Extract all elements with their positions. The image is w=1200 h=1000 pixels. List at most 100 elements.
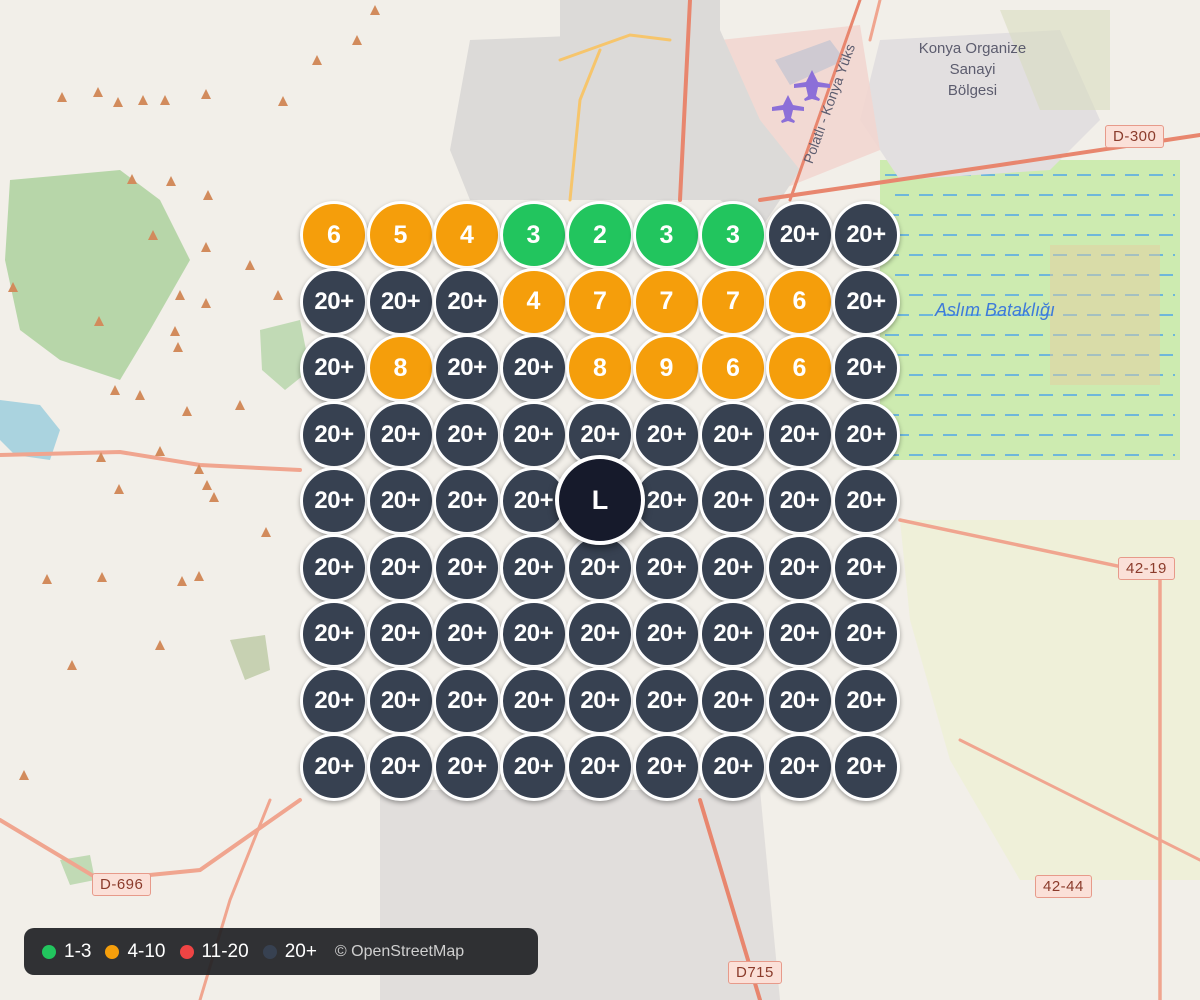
road-shield-42-19: 42-19 <box>1118 557 1175 580</box>
grid-cell-r3-c6[interactable]: 9 <box>632 334 701 402</box>
grid-cell-r7-c1[interactable]: 20+ <box>300 600 368 668</box>
industrial-zone-label-line1: Konya Organize <box>918 40 1027 57</box>
grid-cell-r2-c1[interactable]: 20+ <box>300 267 368 336</box>
grid-cell-r7-c5[interactable]: 20+ <box>566 600 634 668</box>
marsh-label: Aslım Bataklığı <box>935 300 1056 320</box>
grid-cell-r3-c2[interactable]: 8 <box>366 334 435 402</box>
grid-cell-r5-c9[interactable]: 20+ <box>832 467 900 535</box>
grid-cell-r4-c9[interactable]: 20+ <box>832 400 900 469</box>
grid-cell-r6-c4[interactable]: 20+ <box>499 533 568 602</box>
grid-cell-r1-c4[interactable]: 3 <box>499 201 568 269</box>
grid-cell-r2-c7[interactable]: 7 <box>699 267 767 336</box>
grid-cell-r4-c7[interactable]: 20+ <box>699 400 767 469</box>
grid-cell-r5-c2[interactable]: 20+ <box>366 467 435 535</box>
grid-cell-r7-c4[interactable]: 20+ <box>499 600 568 668</box>
grid-cell-r4-c1[interactable]: 20+ <box>300 400 368 469</box>
grid-cell-r4-c8[interactable]: 20+ <box>765 400 834 469</box>
grid-cell-r7-c7[interactable]: 20+ <box>699 600 767 668</box>
grid-cell-r7-c2[interactable]: 20+ <box>366 600 435 668</box>
grid-cell-r3-c4[interactable]: 20+ <box>499 334 568 402</box>
grid-cell-r1-c8[interactable]: 20+ <box>765 201 834 269</box>
grid-cell-r2-c6[interactable]: 7 <box>632 267 701 336</box>
grid-cell-r6-c1[interactable]: 20+ <box>300 533 368 602</box>
grid-cell-r7-c9[interactable]: 20+ <box>832 600 900 668</box>
road-shield-d696: D-696 <box>92 873 152 896</box>
grid-cell-r9-c7[interactable]: 20+ <box>699 733 767 801</box>
industrial-zone-label: Konya Organize Sanayi Bölgesi <box>895 38 1050 101</box>
legend-dot-dark <box>262 944 277 959</box>
grid-cell-r6-c7[interactable]: 20+ <box>699 533 767 602</box>
grid-cell-r8-c7[interactable]: 20+ <box>699 666 767 735</box>
grid-cell-r2-c8[interactable]: 6 <box>765 267 834 336</box>
grid-cell-r8-c6[interactable]: 20+ <box>632 666 701 735</box>
legend-label: 11-20 <box>201 940 249 962</box>
grid-cell-r6-c6[interactable]: 20+ <box>632 533 701 602</box>
grid-cell-r4-c6[interactable]: 20+ <box>632 400 701 469</box>
road-shield-d300: D-300 <box>1105 125 1165 148</box>
grid-cell-r8-c2[interactable]: 20+ <box>366 666 435 735</box>
legend-label: 4-10 <box>127 940 166 962</box>
grid-cell-r3-c7[interactable]: 6 <box>699 334 767 402</box>
grid-cell-r5-c7[interactable]: 20+ <box>699 467 767 535</box>
grid-cell-r3-c5[interactable]: 8 <box>566 334 634 402</box>
legend-item-4-10: 4-10 <box>105 940 166 963</box>
legend-item-20-plus: 20+ <box>262 940 317 963</box>
map-legend: 1-3 4-10 11-20 20+ © OpenStreetMap <box>24 928 538 975</box>
grid-cell-r8-c8[interactable]: 20+ <box>765 666 834 735</box>
grid-cell-r4-c2[interactable]: 20+ <box>366 400 435 469</box>
grid-cell-r8-c4[interactable]: 20+ <box>499 666 568 735</box>
grid-cell-r5-c8[interactable]: 20+ <box>765 467 834 535</box>
grid-cell-r1-c3[interactable]: 4 <box>433 201 501 269</box>
grid-cell-r9-c1[interactable]: 20+ <box>300 733 368 801</box>
road-shield-42-44: 42-44 <box>1035 875 1092 898</box>
grid-cell-r8-c1[interactable]: 20+ <box>300 666 368 735</box>
grid-cell-r3-c9[interactable]: 20+ <box>832 334 900 402</box>
industrial-zone-label-line3: Bölgesi <box>947 82 998 99</box>
grid-cell-r1-c6[interactable]: 3 <box>632 201 701 269</box>
grid-cell-r9-c5[interactable]: 20+ <box>566 733 634 801</box>
grid-cell-r2-c3[interactable]: 20+ <box>433 267 501 336</box>
grid-cell-r1-c7[interactable]: 3 <box>699 201 767 269</box>
industrial-zone-label-line2: Sanayi <box>949 61 996 78</box>
grid-cell-r9-c9[interactable]: 20+ <box>832 733 900 801</box>
grid-cell-r5-c1[interactable]: 20+ <box>300 467 368 535</box>
grid-cell-r9-c8[interactable]: 20+ <box>765 733 834 801</box>
grid-cell-r7-c6[interactable]: 20+ <box>632 600 701 668</box>
grid-cell-r3-c8[interactable]: 6 <box>765 334 834 402</box>
grid-cell-r9-c4[interactable]: 20+ <box>499 733 568 801</box>
grid-cell-r7-c8[interactable]: 20+ <box>765 600 834 668</box>
grid-cell-r3-c3[interactable]: 20+ <box>433 334 501 402</box>
grid-cell-r3-c1[interactable]: 20+ <box>300 334 368 402</box>
grid-cell-r6-c3[interactable]: 20+ <box>433 533 501 602</box>
legend-dot-red <box>179 944 194 959</box>
grid-cell-r2-c9[interactable]: 20+ <box>832 267 900 336</box>
grid-cell-r8-c3[interactable]: 20+ <box>433 666 501 735</box>
grid-cell-r9-c3[interactable]: 20+ <box>433 733 501 801</box>
legend-item-1-3: 1-3 <box>42 941 91 963</box>
grid-cell-r4-c4[interactable]: 20+ <box>499 400 568 469</box>
road-shield-d715: D715 <box>728 961 782 984</box>
legend-label: 20+ <box>284 940 317 962</box>
grid-cell-r6-c2[interactable]: 20+ <box>366 533 435 602</box>
legend-dot-orange <box>105 944 120 959</box>
map-attribution[interactable]: © OpenStreetMap <box>335 943 464 961</box>
grid-cell-r9-c6[interactable]: 20+ <box>632 733 701 801</box>
grid-cell-r1-c9[interactable]: 20+ <box>832 201 900 269</box>
grid-cell-r2-c5[interactable]: 7 <box>566 267 634 336</box>
legend-label: 1-3 <box>64 940 92 962</box>
grid-cell-r2-c4[interactable]: 4 <box>499 267 568 336</box>
grid-cell-r5-c3[interactable]: 20+ <box>433 467 501 535</box>
grid-cell-r2-c2[interactable]: 20+ <box>366 267 435 336</box>
grid-cell-r7-c3[interactable]: 20+ <box>433 600 501 668</box>
legend-dot-green <box>42 944 56 959</box>
grid-cell-r1-c1[interactable]: 6 <box>300 201 368 269</box>
grid-cell-r6-c8[interactable]: 20+ <box>765 533 834 602</box>
grid-cell-r9-c2[interactable]: 20+ <box>366 733 435 801</box>
grid-cell-r4-c3[interactable]: 20+ <box>433 400 501 469</box>
grid-cell-r8-c5[interactable]: 20+ <box>566 666 634 735</box>
grid-cell-r8-c9[interactable]: 20+ <box>832 666 900 735</box>
grid-cell-r1-c5[interactable]: 2 <box>566 201 634 269</box>
center-location-marker[interactable]: L <box>555 455 645 545</box>
grid-cell-r6-c9[interactable]: 20+ <box>832 533 900 602</box>
grid-cell-r1-c2[interactable]: 5 <box>366 201 435 269</box>
